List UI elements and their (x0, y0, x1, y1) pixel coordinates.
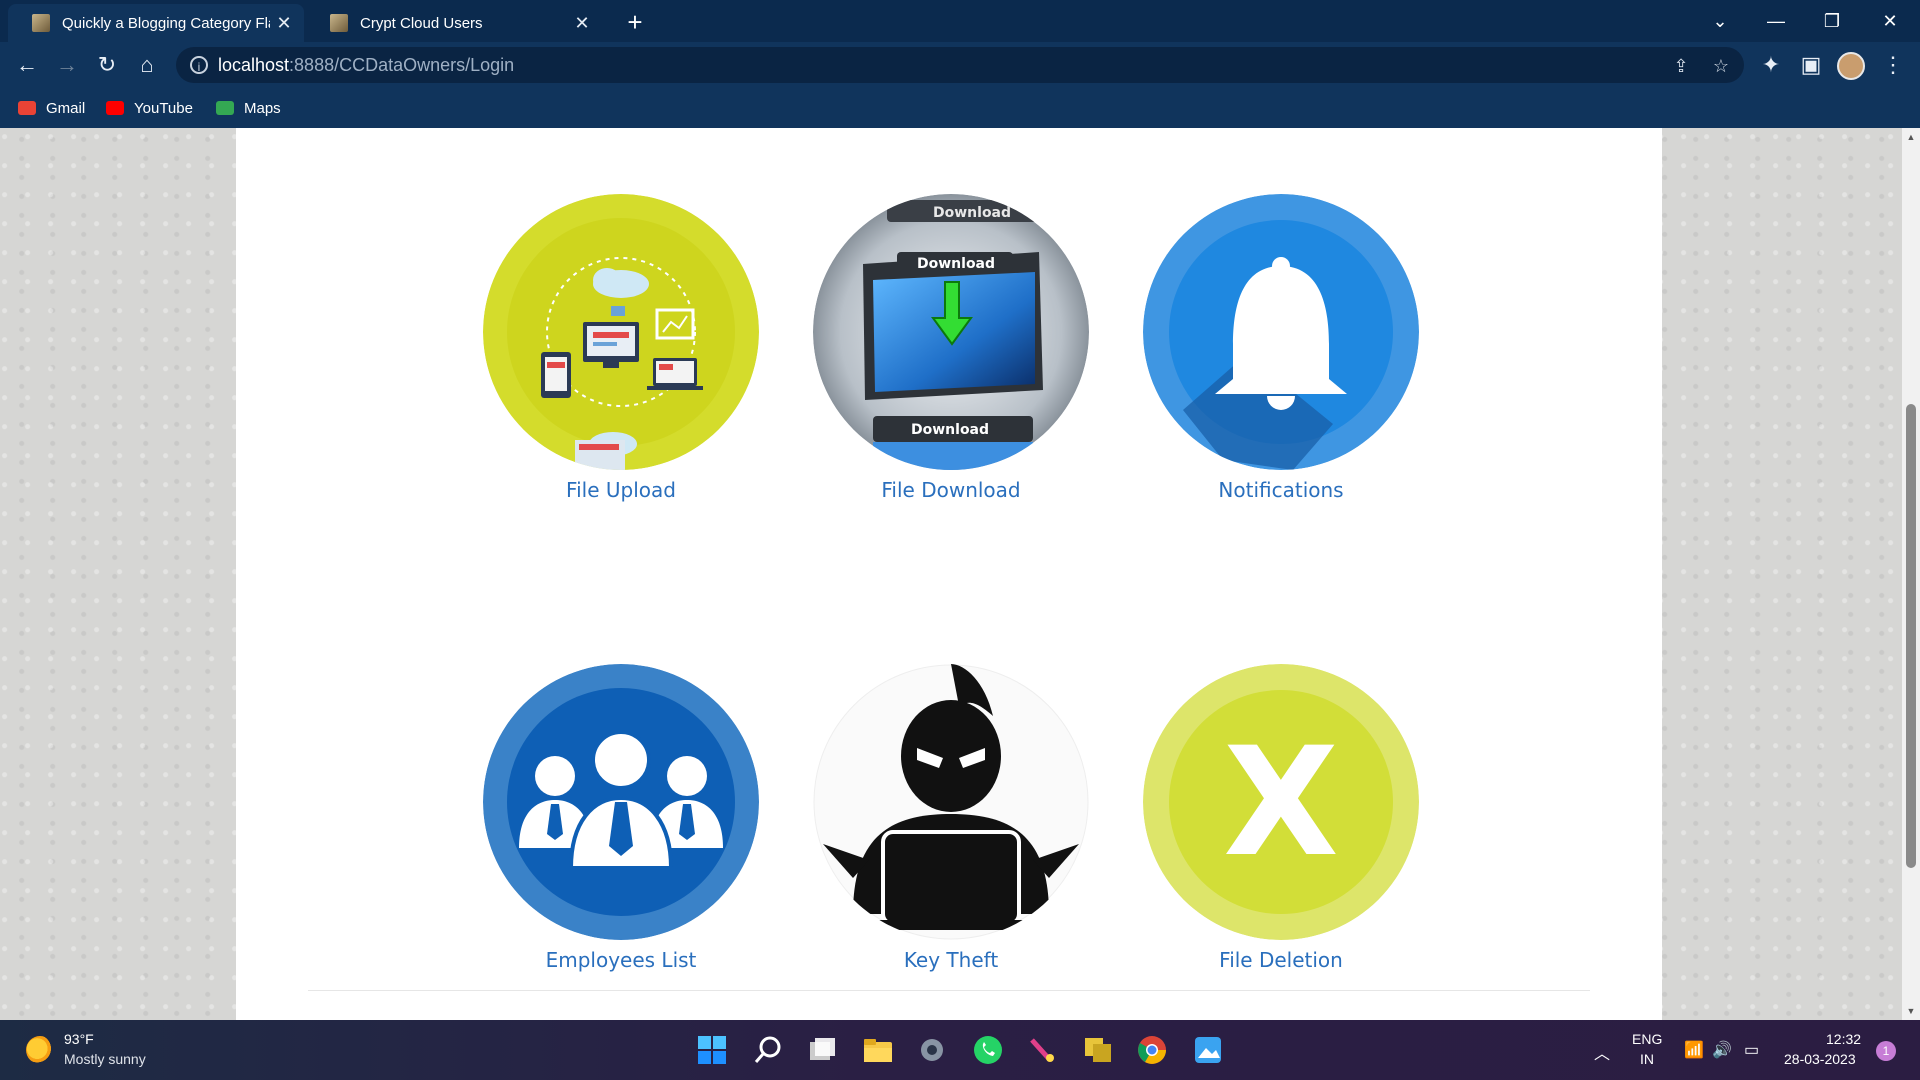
windows-taskbar: 93°F Mostly sunny ︿ ENG IN 📶 🔊 ▭ 12:32 2… (0, 1020, 1920, 1080)
page-viewport: File Upload Download Download Download F… (0, 128, 1902, 1020)
region-indicator[interactable]: IN (1640, 1051, 1654, 1067)
maps-icon (216, 101, 234, 115)
volume-icon[interactable]: 🔊 (1712, 1040, 1732, 1060)
url-path: :8888/CCDataOwners/Login (289, 54, 515, 75)
clock-date[interactable]: 28-03-2023 (1784, 1051, 1856, 1067)
notifications-label[interactable]: Notifications (1143, 478, 1419, 502)
file-download-icon[interactable]: Download Download Download (813, 194, 1089, 470)
content-divider (308, 990, 1590, 991)
tab-crypt-cloud-users[interactable]: Crypt Cloud Users ✕ (306, 4, 602, 42)
download-tab-text: Download (933, 205, 1011, 221)
paint-app-icon[interactable] (1026, 1034, 1058, 1066)
close-tab-icon[interactable]: ✕ (270, 13, 298, 34)
key-theft-card[interactable]: Key Theft (813, 664, 1089, 972)
share-icon[interactable]: ⇪ (1670, 55, 1692, 77)
tab-title: Quickly a Blogging Category Flat (62, 14, 270, 32)
deletion-glyph: X (1223, 716, 1339, 890)
forward-icon[interactable]: → (52, 50, 82, 80)
scroll-thumb[interactable] (1906, 404, 1916, 868)
bookmark-youtube[interactable]: YouTube (106, 94, 193, 122)
file-download-card[interactable]: Download Download Download File Download (813, 194, 1089, 502)
file-download-label[interactable]: File Download (813, 478, 1089, 502)
restore-button[interactable]: ❐ (1812, 6, 1852, 36)
hacker-icon[interactable] (813, 664, 1089, 940)
browser-tab-bar: Quickly a Blogging Category Flat ✕ Crypt… (0, 0, 1920, 42)
tab-search-icon[interactable]: ⌄ (1700, 6, 1740, 36)
task-view-icon[interactable] (806, 1034, 838, 1066)
file-deletion-label[interactable]: File Deletion (1143, 948, 1419, 972)
file-upload-label[interactable]: File Upload (483, 478, 759, 502)
battery-icon[interactable]: ▭ (1744, 1040, 1759, 1060)
file-upload-card[interactable]: File Upload (483, 194, 759, 502)
bookmarks-bar: Gmail YouTube Maps (0, 88, 1920, 128)
site-info-icon[interactable]: i (190, 56, 208, 74)
youtube-icon (106, 101, 124, 115)
address-bar[interactable]: i localhost :8888/CCDataOwners/Login ⇪ ☆ (176, 47, 1744, 83)
clock-time[interactable]: 12:32 (1826, 1031, 1861, 1047)
employees-icon[interactable] (483, 664, 759, 940)
side-panel-icon[interactable]: ▣ (1796, 50, 1826, 80)
weather-temperature[interactable]: 93°F (64, 1031, 94, 1047)
delete-x-icon[interactable]: X (1143, 664, 1419, 940)
weather-sun-icon[interactable] (26, 1036, 54, 1064)
notification-badge[interactable]: 1 (1876, 1041, 1896, 1061)
bell-icon[interactable] (1143, 194, 1419, 470)
back-icon[interactable]: ← (12, 50, 42, 80)
scroll-down-icon[interactable]: ▼ (1906, 1006, 1916, 1016)
browser-menu-icon[interactable]: ⋮ (1878, 50, 1908, 80)
language-indicator[interactable]: ENG (1632, 1031, 1662, 1047)
show-hidden-icons[interactable]: ︿ (1594, 1040, 1610, 1064)
file-explorer-icon[interactable] (862, 1034, 894, 1066)
tab-favicon (32, 14, 50, 32)
close-window-button[interactable]: ✕ (1870, 6, 1910, 36)
employees-list-card[interactable]: Employees List (483, 664, 759, 972)
page-scrollbar[interactable]: ▲ ▼ (1902, 128, 1920, 1020)
tab-blogging[interactable]: Quickly a Blogging Category Flat ✕ (8, 4, 304, 42)
reload-icon[interactable]: ↻ (92, 50, 122, 80)
sticky-notes-icon[interactable] (1082, 1034, 1114, 1066)
download-tab-text: Download (917, 256, 995, 272)
tab-title: Crypt Cloud Users (360, 14, 483, 32)
employees-list-label[interactable]: Employees List (483, 948, 759, 972)
page-content: File Upload Download Download Download F… (236, 128, 1662, 1020)
bookmark-label: YouTube (134, 99, 193, 117)
wifi-icon[interactable]: 📶 (1684, 1040, 1704, 1060)
chrome-icon[interactable] (1136, 1034, 1168, 1066)
search-icon[interactable] (752, 1034, 784, 1066)
url-host: localhost (218, 54, 290, 75)
file-upload-icon[interactable] (483, 194, 759, 470)
gmail-icon (18, 101, 36, 115)
whatsapp-icon[interactable] (972, 1034, 1004, 1066)
windows-start-icon[interactable] (696, 1034, 728, 1066)
close-tab-icon[interactable]: ✕ (568, 13, 596, 34)
bookmark-label: Maps (244, 99, 281, 117)
bookmark-maps[interactable]: Maps (216, 94, 281, 122)
bookmark-star-icon[interactable]: ☆ (1710, 55, 1732, 77)
photos-app-icon[interactable] (1192, 1034, 1224, 1066)
tab-favicon (330, 14, 348, 32)
browser-toolbar: ← → ↻ ⌂ i localhost :8888/CCDataOwners/L… (0, 42, 1920, 88)
extensions-icon[interactable]: ✦ (1756, 50, 1786, 80)
weather-description[interactable]: Mostly sunny (64, 1051, 146, 1067)
scroll-up-icon[interactable]: ▲ (1906, 132, 1916, 142)
key-theft-label[interactable]: Key Theft (813, 948, 1089, 972)
download-tab-text: Download (911, 422, 989, 438)
home-icon[interactable]: ⌂ (132, 50, 162, 80)
notifications-card[interactable]: Notifications (1143, 194, 1419, 502)
file-deletion-card[interactable]: X File Deletion (1143, 664, 1419, 972)
settings-icon[interactable] (916, 1034, 948, 1066)
minimize-button[interactable]: — (1756, 6, 1796, 36)
new-tab-button[interactable]: + (620, 8, 650, 38)
bookmark-label: Gmail (46, 99, 86, 117)
bookmark-gmail[interactable]: Gmail (18, 94, 85, 122)
profile-avatar[interactable] (1836, 50, 1866, 81)
